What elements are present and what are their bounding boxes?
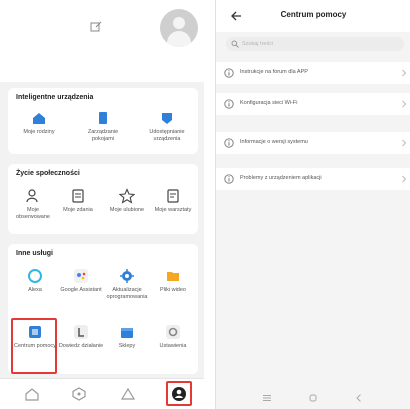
help-item[interactable]: Instrukcje na forum dla APP bbox=[216, 62, 410, 84]
chevron-right-icon bbox=[402, 69, 407, 77]
profile-header bbox=[0, 0, 204, 82]
info-icon bbox=[224, 68, 234, 78]
info-icon bbox=[224, 174, 234, 184]
share-device-icon bbox=[162, 113, 172, 124]
tile-my-families[interactable]: Moje rodziny bbox=[16, 110, 62, 136]
learn-icon bbox=[74, 325, 88, 339]
back-icon[interactable] bbox=[354, 393, 364, 403]
star-icon bbox=[119, 188, 135, 204]
store-icon bbox=[121, 328, 133, 338]
help-item-label: Problemy z urządzeniem aplikacji bbox=[240, 175, 322, 181]
clipboard-icon bbox=[167, 189, 179, 203]
tile-room-management[interactable]: Zarządzanie pokojami bbox=[80, 110, 126, 143]
tile-label: Sklepy bbox=[118, 343, 136, 349]
tile-learn[interactable]: Dowiedz działanie bbox=[58, 324, 104, 350]
tile-my-followed[interactable]: Moje obserwowane bbox=[10, 188, 56, 221]
settings-icon bbox=[166, 325, 180, 339]
home-icon bbox=[33, 113, 45, 124]
chevron-right-icon bbox=[402, 175, 407, 183]
tile-label: Moje warsztaty bbox=[154, 207, 192, 213]
tile-stores[interactable]: Sklepy bbox=[104, 324, 150, 350]
system-nav-bar bbox=[216, 386, 410, 409]
chevron-right-icon bbox=[402, 100, 407, 108]
tile-label: Moje rodziny bbox=[23, 129, 55, 135]
tile-my-workshops[interactable]: Moje warsztaty bbox=[150, 188, 196, 214]
search-input[interactable] bbox=[242, 39, 392, 49]
tile-label: Google Assistant bbox=[60, 287, 102, 293]
info-icon bbox=[224, 99, 234, 109]
tile-my-favorites[interactable]: Moje ulubione bbox=[104, 188, 150, 214]
help-item[interactable]: Problemy z urządzeniem aplikacji bbox=[216, 168, 410, 190]
google-assistant-icon bbox=[74, 269, 88, 283]
other-services-title: Inne usługi bbox=[16, 250, 53, 257]
tile-google-assistant[interactable]: Google Assistant bbox=[58, 268, 104, 294]
tile-alexa[interactable]: Alexa bbox=[12, 268, 58, 294]
tile-label: Ustawienia bbox=[159, 343, 187, 349]
home-nav-icon[interactable] bbox=[24, 386, 40, 402]
help-item-label: Instrukcje na forum dla APP bbox=[240, 69, 308, 75]
video-files-icon bbox=[167, 272, 179, 281]
smart-devices-card: Inteligentne urządzenia Moje rodziny Zar… bbox=[8, 88, 198, 154]
room-icon bbox=[99, 112, 107, 124]
tile-firmware-update[interactable]: Aktualizacje oprogramowania bbox=[104, 268, 150, 301]
profile-nav-highlight bbox=[166, 381, 192, 406]
chevron-right-icon bbox=[402, 139, 407, 147]
edit-icon[interactable] bbox=[90, 21, 102, 33]
tile-device-sharing[interactable]: Udostępnianie urządzenia bbox=[144, 110, 190, 143]
tile-video-files[interactable]: Pliki wideo bbox=[150, 268, 196, 294]
tile-label: Alexa bbox=[28, 287, 42, 293]
tile-label: Dowiedz działanie bbox=[58, 343, 104, 349]
tile-label: Aktualizacje oprogramowania bbox=[106, 287, 148, 300]
tile-settings[interactable]: Ustawienia bbox=[150, 324, 196, 350]
alexa-icon bbox=[28, 269, 42, 283]
tile-label: Moje obserwowane bbox=[16, 207, 50, 220]
tile-label: Moje ulubione bbox=[109, 207, 145, 213]
page-title: Centrum pomocy bbox=[280, 10, 347, 19]
smart-nav-icon[interactable] bbox=[71, 386, 87, 402]
info-icon bbox=[224, 138, 234, 148]
search-bar[interactable] bbox=[226, 37, 404, 51]
tile-label: Zarządzanie pokojami bbox=[87, 129, 119, 142]
home-circle-icon[interactable] bbox=[308, 393, 318, 403]
smart-devices-title: Inteligentne urządzenia bbox=[16, 94, 94, 101]
tile-label: Pliki wideo bbox=[160, 287, 186, 293]
help-center-screen: Centrum pomocy Instrukcje na forum dla A… bbox=[215, 0, 410, 409]
profile-screen: Inteligentne urządzenia Moje rodziny Zar… bbox=[0, 0, 204, 409]
search-icon bbox=[231, 40, 239, 48]
menu-icon[interactable] bbox=[262, 393, 272, 403]
help-item[interactable]: Informacje o wersji systemu bbox=[216, 132, 410, 154]
social-title: Życie społeczności bbox=[16, 170, 80, 177]
help-center-header: Centrum pomocy bbox=[216, 0, 410, 32]
social-card: Życie społeczności Moje obserwowane Moje… bbox=[8, 164, 198, 234]
user-follow-icon bbox=[26, 189, 38, 203]
community-nav-icon[interactable] bbox=[120, 386, 136, 402]
avatar[interactable] bbox=[160, 9, 198, 47]
firmware-update-icon bbox=[120, 269, 134, 283]
help-center-highlight bbox=[11, 318, 57, 374]
tile-my-posts[interactable]: Moje zdania bbox=[55, 188, 101, 214]
help-item-label: Konfiguracja sieci Wi-Fi bbox=[240, 100, 298, 106]
tile-label: Udostępnianie urządzenia bbox=[149, 129, 185, 142]
document-icon bbox=[72, 189, 84, 203]
help-item-label: Informacje o wersji systemu bbox=[240, 139, 308, 145]
help-item[interactable]: Konfiguracja sieci Wi-Fi bbox=[216, 93, 410, 115]
tile-label: Moje zdania bbox=[63, 207, 93, 213]
